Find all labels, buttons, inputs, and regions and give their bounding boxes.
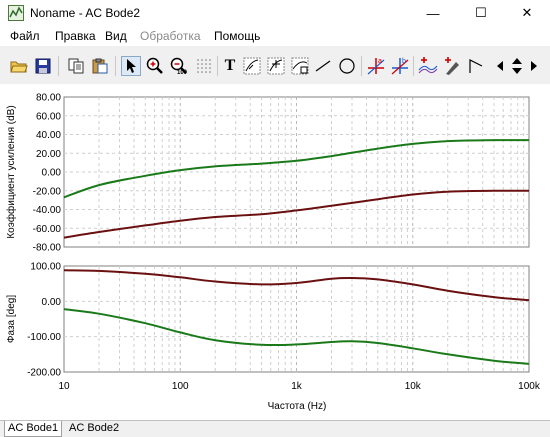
copy-button[interactable] xyxy=(66,56,86,76)
x-tick-label: 100k xyxy=(518,381,541,392)
plot-area[interactable]: 80.00 60.00 40.00 20.00 0.00 -20.00 -40.00 -60.… xyxy=(0,84,550,420)
window-title: Noname - AC Bode2 xyxy=(30,6,141,20)
line-button[interactable] xyxy=(313,56,333,76)
toolbar-separator xyxy=(115,56,116,76)
toolbar-separator xyxy=(58,56,59,76)
toolbar-separator xyxy=(217,56,218,76)
minimize-icon: — xyxy=(426,5,440,21)
grid-button[interactable] xyxy=(194,56,214,76)
open-icon xyxy=(10,61,28,73)
maximize-button[interactable]: ☐ xyxy=(458,0,504,26)
x-tick-label: 1k xyxy=(291,381,303,392)
gain-y-tick-label: -40.00 xyxy=(33,205,62,216)
copy-icon xyxy=(68,58,84,74)
phase-y-tick-label: -100.00 xyxy=(27,332,61,343)
gain-y-tick-label: 0.00 xyxy=(42,168,62,179)
title-bar: Noname - AC Bode2 — ☐ ✕ xyxy=(0,0,550,26)
menu-file[interactable]: Файл xyxy=(10,29,40,43)
slope-button[interactable] xyxy=(466,56,486,76)
gain-y-tick-label: -80.00 xyxy=(33,243,62,254)
marker-b-icon: b xyxy=(391,58,409,75)
menu-view[interactable]: Вид xyxy=(105,29,127,43)
zoom-in-icon xyxy=(146,57,163,74)
gain-y-tick-label: -20.00 xyxy=(33,186,62,197)
toolbar-separator xyxy=(413,56,414,76)
menu-process[interactable]: Обработка xyxy=(140,29,201,43)
paste-icon xyxy=(92,58,108,74)
slope-icon xyxy=(469,59,483,73)
ellipse-button[interactable] xyxy=(337,56,357,76)
arrow-right-icon xyxy=(531,61,537,71)
cursor-fit-button[interactable] xyxy=(290,56,310,76)
marker-a-icon: a xyxy=(367,58,385,75)
paste-button[interactable] xyxy=(90,56,110,76)
menu-bar: Файл Правка Вид Обработка Помощь xyxy=(0,26,550,46)
gain-y-tick-label: 40.00 xyxy=(36,130,61,141)
cursor-b-icon xyxy=(267,57,285,75)
gain-y-tick-label: 80.00 xyxy=(36,93,61,104)
grid-icon xyxy=(197,59,211,73)
line-icon xyxy=(315,60,331,72)
gain-y-tick-label: 60.00 xyxy=(36,111,61,122)
pointer-icon xyxy=(127,59,136,73)
add-marker-button[interactable] xyxy=(418,56,438,76)
cursor-b-button[interactable] xyxy=(266,56,286,76)
close-icon: ✕ xyxy=(521,5,533,20)
menu-edit[interactable]: Правка xyxy=(55,29,96,43)
text-button[interactable]: T xyxy=(220,56,240,76)
marker-b-label: b xyxy=(402,58,406,65)
cursor-a-icon xyxy=(243,57,261,75)
scroll-right-button[interactable] xyxy=(528,56,540,76)
ellipse-icon xyxy=(339,58,355,74)
save-button[interactable] xyxy=(33,56,53,76)
zoom-in-button[interactable] xyxy=(145,56,165,76)
phase-y-tick-label: -200.00 xyxy=(27,368,61,379)
text-icon: T xyxy=(224,57,236,74)
app-icon xyxy=(8,5,24,21)
add-probe-icon xyxy=(445,57,459,75)
close-button[interactable]: ✕ xyxy=(504,0,550,26)
marker-a-label: a xyxy=(378,58,382,65)
add-probe-button[interactable] xyxy=(442,56,462,76)
cursor-a-button[interactable] xyxy=(242,56,262,76)
tab-strip: AC Bode1 AC Bode2 xyxy=(0,420,550,437)
phase-y-axis-title: Фаза [deg] xyxy=(6,295,17,343)
open-button[interactable] xyxy=(9,56,29,76)
tab-ac-bode2[interactable]: AC Bode2 xyxy=(66,421,122,436)
minimize-button[interactable]: — xyxy=(410,0,456,26)
scroll-left-button[interactable] xyxy=(494,56,506,76)
phase-y-tick-label: 100.00 xyxy=(30,262,61,273)
pointer-button[interactable] xyxy=(121,56,141,76)
marker-a-button[interactable]: a xyxy=(366,56,386,76)
menu-help[interactable]: Помощь xyxy=(214,29,260,43)
phase-y-tick-label: 0.00 xyxy=(42,297,62,308)
toolbar-separator xyxy=(361,56,362,76)
cursor-fit-icon xyxy=(291,57,309,75)
phase-y-ticks: 100.00 0.00 -100.00 -200.00 xyxy=(27,262,61,379)
x-tick-label: 100 xyxy=(172,381,189,392)
add-marker-icon xyxy=(418,57,438,74)
arrow-left-icon xyxy=(497,61,503,71)
arrow-updown-icon xyxy=(512,58,522,74)
gain-y-tick-label: -60.00 xyxy=(33,224,62,235)
x-axis-title: Частота (Hz) xyxy=(268,401,327,412)
x-tick-label: 10k xyxy=(405,381,422,392)
scroll-updown-button[interactable] xyxy=(510,56,524,76)
save-icon xyxy=(35,58,51,74)
gain-y-tick-label: 20.00 xyxy=(36,149,61,160)
x-tick-label: 10 xyxy=(58,381,70,392)
bode-plots-svg: 80.00 60.00 40.00 20.00 0.00 -20.00 -40.00 -60.… xyxy=(5,93,541,413)
x-ticks: 10 100 1k 10k 100k xyxy=(58,381,540,392)
marker-b-button[interactable]: b xyxy=(390,56,410,76)
gain-y-ticks: 80.00 60.00 40.00 20.00 0.00 -20.00 -40.00 -60.… xyxy=(33,93,62,254)
gain-y-axis-title: Коэффициент усиления (dB) xyxy=(5,105,17,238)
zoom-100-label: 100 xyxy=(176,70,187,76)
tab-ac-bode1[interactable]: AC Bode1 xyxy=(4,421,63,437)
maximize-icon: ☐ xyxy=(475,5,487,20)
toolbar: 100 T a b xyxy=(0,48,550,84)
